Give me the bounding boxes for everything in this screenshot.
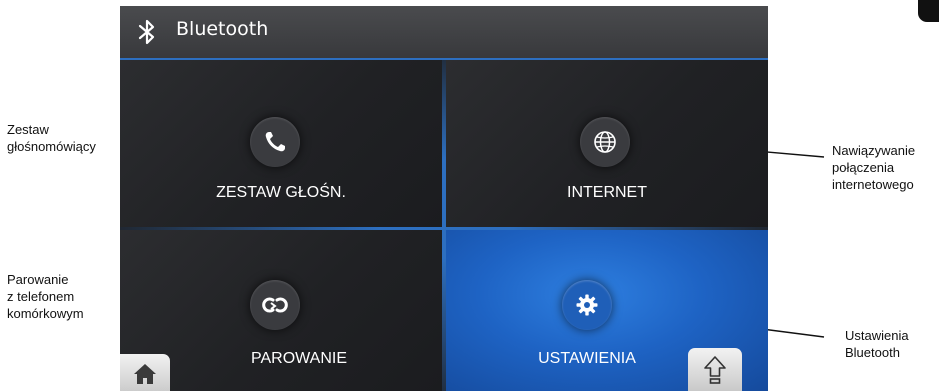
tile-label-zestaw: ZESTAW GŁOŚN. bbox=[216, 184, 346, 201]
corner-marker bbox=[918, 0, 939, 22]
callout-parowanie: Parowanie z telefonem komórkowym bbox=[7, 271, 84, 322]
callout-text: Nawiązywanie bbox=[832, 143, 916, 158]
callout-internet: Nawiązywanie połączenia internetowego bbox=[832, 142, 915, 193]
callout-text: internetowego bbox=[832, 177, 914, 192]
bluetooth-icon bbox=[138, 19, 155, 45]
callout-text: Zestaw bbox=[7, 122, 49, 137]
tile-label-parowanie: PAROWANIE bbox=[250, 350, 347, 367]
tile-label-internet: INTERNET bbox=[567, 184, 647, 201]
gear-icon bbox=[576, 294, 598, 316]
callout-zestaw: Zestaw głośnomówiący bbox=[7, 121, 96, 155]
callout-text: głośnomówiący bbox=[7, 139, 96, 154]
tile-zestaw-glosn[interactable]: ZESTAW GŁOŚN. bbox=[120, 60, 442, 227]
gear-icon-circle bbox=[562, 280, 612, 330]
callout-text: z telefonem bbox=[7, 289, 75, 304]
pairing-icon-circle bbox=[250, 280, 300, 330]
globe-icon-circle bbox=[580, 117, 630, 167]
up-arrow-icon bbox=[704, 355, 726, 384]
pairing-link-icon bbox=[262, 297, 288, 313]
home-icon bbox=[134, 364, 156, 384]
globe-icon bbox=[594, 131, 616, 153]
callout-text: komórkowym bbox=[7, 306, 84, 321]
callout-text: Parowanie bbox=[7, 272, 69, 287]
header-bar: Bluetooth bbox=[120, 6, 768, 60]
callout-ustawienia: Ustawienia Bluetooth bbox=[845, 327, 909, 361]
phone-icon bbox=[265, 132, 285, 152]
callout-text: Ustawienia bbox=[845, 328, 909, 343]
tile-internet[interactable]: INTERNET bbox=[446, 60, 768, 227]
header-title: Bluetooth bbox=[176, 18, 269, 40]
callout-text: połączenia bbox=[832, 160, 895, 175]
callout-text: Bluetooth bbox=[845, 345, 900, 360]
home-button[interactable] bbox=[120, 354, 170, 391]
phone-icon-circle bbox=[250, 117, 300, 167]
device-screen: Bluetooth ZESTAW GŁOŚN. INTERNET PAROWAN… bbox=[120, 6, 768, 391]
up-button[interactable] bbox=[688, 348, 742, 391]
